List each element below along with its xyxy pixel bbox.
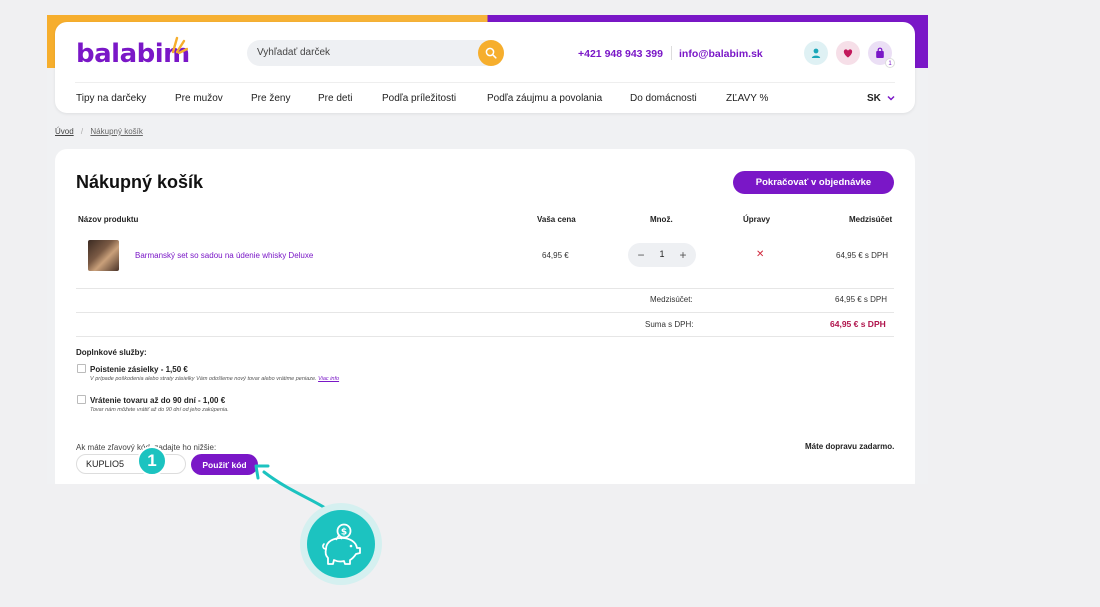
breadcrumb-current[interactable]: Nákupný košík <box>90 127 142 136</box>
subtotal-label: Medzisúčet: <box>650 295 693 304</box>
cart-card: Nákupný košík Pokračovať v objednávke Ná… <box>55 149 915 484</box>
email-link[interactable]: info@balabim.sk <box>679 48 763 60</box>
nav-item-men[interactable]: Pre mužov <box>175 93 223 104</box>
qty-decrease-button[interactable]: − <box>632 246 650 264</box>
user-icon <box>811 48 821 58</box>
nav-divider <box>75 82 895 83</box>
col-header-price: Vaša cena <box>537 215 576 224</box>
divider <box>76 312 894 313</box>
discount-code-input[interactable] <box>76 454 186 474</box>
site-header: balabim Vyhľadať darček +421 948 943 399… <box>55 22 915 113</box>
nav-item-sale[interactable]: ZĽAVY % <box>726 93 768 104</box>
col-header-edit: Úpravy <box>743 215 771 224</box>
nav-item-women[interactable]: Pre ženy <box>251 93 290 104</box>
nav-item-kids[interactable]: Pre deti <box>318 93 352 104</box>
col-header-subtotal: Medzisúčet <box>849 215 893 224</box>
piggy-bank-icon: $ <box>322 523 361 565</box>
free-shipping-text: Máte dopravu zadarmo. <box>805 442 895 451</box>
contact-divider <box>671 46 672 60</box>
more-info-link[interactable]: Viac info <box>318 376 339 382</box>
subtotal-value: 64,95 € s DPH <box>835 295 888 304</box>
language-select[interactable]: SK <box>867 93 895 104</box>
language-label: SK <box>867 93 881 104</box>
search-field[interactable]: Vyhľadať darček <box>247 40 504 66</box>
page-title: Nákupný košík <box>76 172 204 192</box>
nav-item-home[interactable]: Do domácnosti <box>630 93 697 104</box>
piggy-bank-badge: $ <box>307 510 375 578</box>
insurance-title: Poistenie zásielky - 1,50 € <box>90 365 188 374</box>
divider <box>76 288 894 289</box>
account-button[interactable] <box>804 41 828 65</box>
total-value: 64,95 € s DPH <box>830 319 886 329</box>
search-input[interactable]: Vyhľadať darček <box>257 47 330 58</box>
return-title: Vrátenie tovaru až do 90 dní - 1,00 € <box>90 396 226 405</box>
product-price: 64,95 € <box>542 251 569 260</box>
cart-count-badge: 1 <box>885 58 895 68</box>
chevron-down-icon <box>887 95 895 101</box>
heart-icon <box>843 49 853 58</box>
quantity-stepper: − 1 + <box>628 243 696 267</box>
col-header-qty: Množ. <box>650 215 673 224</box>
search-icon <box>485 47 497 59</box>
nav-item-occasion[interactable]: Podľa príležitosti <box>382 93 456 104</box>
search-button[interactable] <box>478 40 504 66</box>
addons-title: Doplnkové služby: <box>76 348 147 357</box>
row-subtotal: 64,95 € s DPH <box>836 251 889 260</box>
col-header-product: Názov produktu <box>78 215 139 224</box>
return-checkbox[interactable] <box>77 395 86 404</box>
step-number-badge: 1 <box>137 446 167 476</box>
insurance-checkbox[interactable] <box>77 364 86 373</box>
divider <box>76 336 894 337</box>
breadcrumb-home[interactable]: Úvod <box>55 127 74 136</box>
nav-item-tips[interactable]: Tipy na darčeky <box>76 93 146 104</box>
wishlist-button[interactable] <box>836 41 860 65</box>
product-thumbnail[interactable] <box>88 240 119 271</box>
breadcrumb-separator: / <box>80 127 84 136</box>
qty-increase-button[interactable]: + <box>674 246 692 264</box>
breadcrumb: Úvod / Nákupný košík <box>55 127 143 136</box>
total-label: Suma s DPH: <box>645 320 694 329</box>
phone-link[interactable]: +421 948 943 399 <box>578 48 663 60</box>
continue-order-button[interactable]: Pokračovať v objednávke <box>733 171 894 194</box>
logo-rays-icon <box>171 36 188 54</box>
insurance-desc: V prípade poškodenia alebo straty zásiel… <box>90 376 339 382</box>
return-desc: Tovar nám môžete vrátiť až do 90 dní od … <box>90 407 229 413</box>
qty-value[interactable]: 1 <box>654 249 670 259</box>
shopping-bag-icon <box>876 47 884 58</box>
cart-button[interactable]: 1 <box>868 41 895 68</box>
insurance-desc-text: V prípade poškodenia alebo straty zásiel… <box>90 376 317 382</box>
apply-code-button[interactable]: Použiť kód <box>191 454 258 475</box>
product-name-link[interactable]: Barmanský set so sadou na údenie whisky … <box>135 251 313 260</box>
website-screenshot: balabim Vyhľadať darček +421 948 943 399… <box>47 15 928 484</box>
remove-item-icon[interactable]: ✕ <box>756 249 764 260</box>
svg-text:$: $ <box>341 528 347 538</box>
nav-item-interest[interactable]: Podľa záujmu a povolania <box>487 93 602 104</box>
